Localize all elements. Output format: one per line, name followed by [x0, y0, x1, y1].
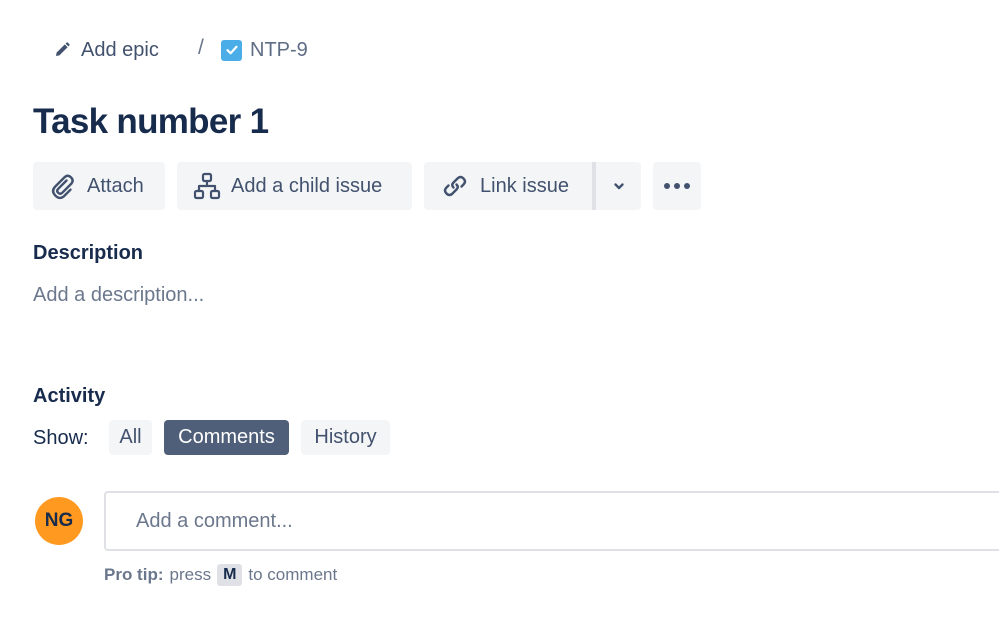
pro-tip-press: press — [169, 565, 212, 584]
comment-input[interactable]: Add a comment... — [104, 491, 999, 551]
chevron-down-icon — [613, 183, 624, 190]
more-actions-button[interactable] — [653, 162, 701, 210]
link-issue-button[interactable]: Link issue — [424, 162, 592, 210]
add-epic-label: Add epic — [81, 38, 159, 61]
breadcrumb-separator: / — [198, 36, 204, 59]
avatar: NG — [35, 497, 83, 545]
issue-key: NTP-9 — [250, 38, 308, 61]
attach-label: Attach — [87, 174, 144, 197]
paperclip-icon — [51, 174, 74, 200]
more-icon — [664, 183, 690, 189]
description-field[interactable]: Add a description... — [33, 284, 204, 307]
link-icon — [443, 175, 467, 197]
comment-placeholder: Add a comment... — [136, 509, 293, 532]
page-title[interactable]: Task number 1 — [33, 102, 269, 142]
link-issue-label: Link issue — [480, 174, 569, 197]
add-child-issue-label: Add a child issue — [231, 174, 383, 197]
filter-all-button[interactable]: All — [109, 420, 152, 455]
pro-tip: Pro tip: press M to comment — [104, 564, 337, 586]
issue-key-link[interactable]: NTP-9 — [221, 34, 308, 66]
description-heading: Description — [33, 242, 144, 264]
activity-heading: Activity — [33, 385, 106, 407]
filter-history-button[interactable]: History — [301, 420, 390, 455]
link-issue-dropdown-button[interactable] — [596, 162, 641, 210]
attach-button[interactable]: Attach — [33, 162, 165, 210]
show-label: Show: — [33, 427, 89, 449]
hierarchy-icon — [193, 172, 221, 200]
filter-comments-button[interactable]: Comments — [164, 420, 289, 455]
pro-tip-label: Pro tip: — [104, 565, 164, 584]
pencil-icon — [52, 40, 72, 60]
add-epic-link[interactable]: Add epic — [52, 34, 159, 66]
checkbox-icon — [221, 39, 242, 61]
pro-tip-suffix: to comment — [248, 565, 338, 584]
shortcut-key-badge: M — [217, 564, 243, 586]
add-child-issue-button[interactable]: Add a child issue — [177, 162, 412, 210]
